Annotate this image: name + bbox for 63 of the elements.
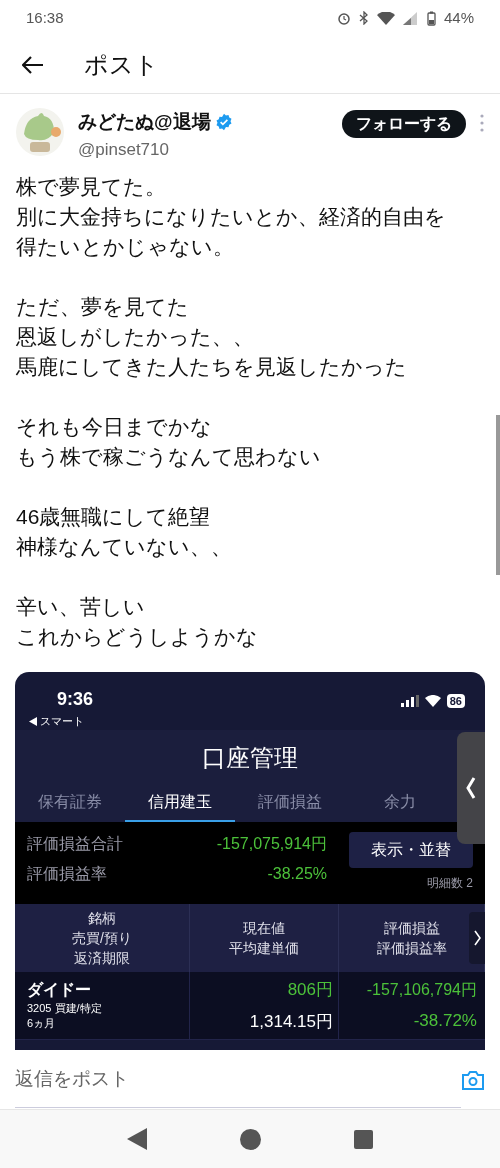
post-text-line: もう株で稼ごうなんて思わない [16,444,322,470]
column-header-line: 平均建単価 [229,939,299,958]
summary-label: 評価損益合計 [27,834,123,854]
detail-count: 明細数 2 [427,875,473,892]
back-triangle-icon [29,716,37,726]
stock-term: 6ヵ月 [27,1016,57,1030]
status-time: 16:38 [26,7,64,28]
stock-code: 3205 買建/特定 [27,1001,103,1016]
post-text-line: ただ、夢を見てた [16,294,190,320]
column-header-line: 評価損益率 [376,939,447,958]
bluetooth-icon [358,11,369,25]
back-arrow-icon[interactable] [22,55,44,74]
column-header-line: 銘柄 [88,909,116,928]
account-tab[interactable]: 余力 [345,786,455,822]
page-title: ポスト [84,49,159,80]
account-title: 口座管理 [202,743,298,773]
screenshot-time: 9:36 [56,688,94,711]
nav-back-icon[interactable] [126,1128,147,1150]
column-header-line: 現在値 [243,919,285,938]
account-tab[interactable]: 保有証券 [15,786,125,822]
chevron-right-icon [473,930,481,946]
column-header-line: 返済期限 [74,949,130,968]
reply-field[interactable]: 返信をポスト [15,1051,461,1108]
summary-value: -157,075,914円 [216,834,327,854]
battery-icon [426,10,436,26]
post-text-line: 株で夢見てた。 [16,174,167,200]
battery-percent: 44% [443,7,474,28]
signal-icon [400,695,419,707]
camera-icon[interactable] [461,1068,485,1091]
post-text-line: 恩返しがしたかった、、 [16,324,255,350]
side-handle[interactable] [457,732,485,844]
back-app-label: スマート [40,714,84,729]
post-text-line: 辛い、苦しい [16,594,146,620]
post-text-line: 46歳無職にして絶望 [16,504,212,530]
summary-value: -38.25% [267,864,327,884]
current-price: 806円 [287,979,333,1001]
author-handle[interactable]: @pinset710 [78,136,328,162]
attached-screenshot[interactable]: 9:36 スマート 86 口座管理 保有証券 信用建玉 評価損益 余力 評価損益合計 -157,075,914円 評価損益率 -38.25% 表示・並替 明細数 2 銘柄 売買/預り 返済期限 現在値 平均建単価 評価損益 評価損益率 ダイドー 3205 買建/特定 6ヵ月 806円 1,314.15円 -157,106,794円 -38.72% [15,672,485,1050]
stock-name: ダイドー [27,980,92,1000]
account-tab[interactable]: 評価損益 [235,786,345,822]
nav-home-icon[interactable] [240,1128,261,1150]
summary-label: 評価損益率 [27,864,107,884]
sort-button[interactable]: 表示・並替 [349,832,473,868]
alarm-icon [336,11,351,25]
post-text-line: 神様なんていない、、 [16,534,233,560]
signal-icon [402,11,419,25]
scroll-right-button[interactable] [469,912,485,964]
column-header-line: 評価損益 [383,919,440,938]
average-price: 1,314.15円 [249,1010,333,1033]
wifi-icon [376,11,395,25]
post-text-line: 別に大金持ちになりたいとか、経済的自由を得たいとかじゃない。 [16,204,447,260]
profit-loss: -157,106,794円 [366,979,477,1000]
post-text-line: 馬鹿にしてきた人たちを見返したかった [16,354,408,380]
profit-loss-rate: -38.72% [413,1009,477,1032]
post-text-line: これからどうしようかな [16,624,259,650]
column-header-line: 売買/預り [72,929,132,948]
chevron-left-icon [466,776,476,800]
nav-recents-icon[interactable] [354,1129,374,1149]
wifi-icon [424,695,441,707]
author-name[interactable]: みどたぬ@退場 [78,108,211,137]
post-text-line: それも今日までかな [16,414,213,440]
battery-level: 86 [446,694,465,708]
follow-button[interactable]: フォローする [342,110,466,138]
